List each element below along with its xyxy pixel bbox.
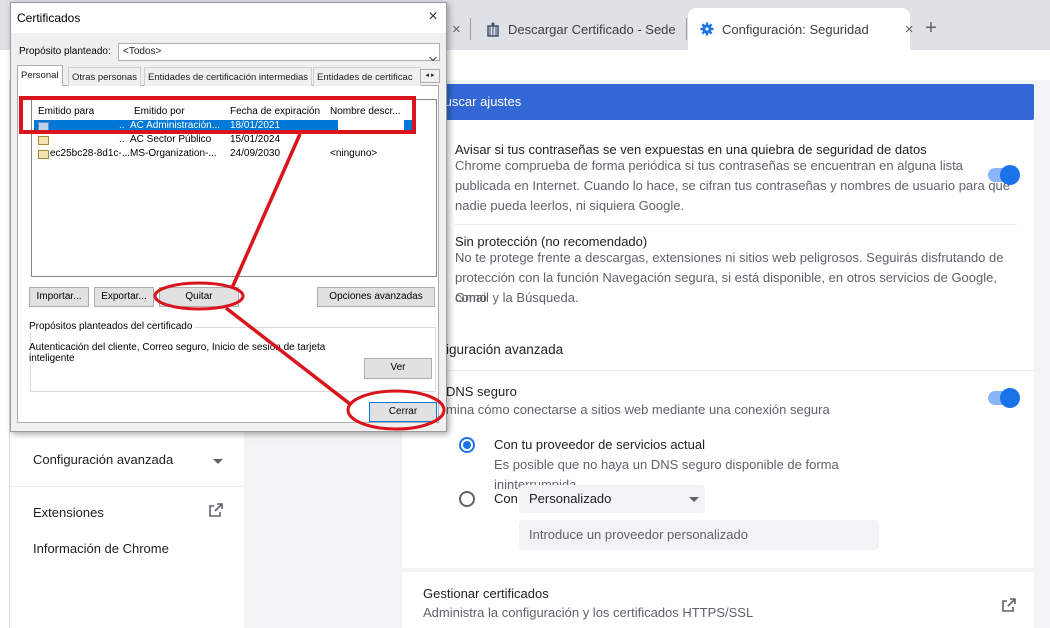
dialog-title: Certificados: [11, 3, 446, 33]
input-placeholder: Introduce un proveedor personalizado: [529, 527, 748, 542]
chevron-down-icon[interactable]: [689, 497, 699, 502]
dns-custom-radio[interactable]: [459, 491, 475, 507]
close-icon[interactable]: ×: [452, 21, 461, 38]
row-ellipsis: ..: [119, 134, 125, 145]
purpose-combobox[interactable]: <Todos>: [118, 43, 440, 61]
chevron-down-icon[interactable]: [213, 459, 223, 464]
cell-friendly-name: <ninguno>: [330, 148, 378, 159]
sede-favicon-icon: [486, 22, 500, 37]
search-placeholder: Buscar ajustes: [436, 94, 522, 109]
dns-custom-provider-input[interactable]: Introduce un proveedor personalizado: [519, 520, 879, 550]
sidebar-item-label: Información de Chrome: [33, 541, 169, 556]
advanced-options-button[interactable]: Opciones avanzadas: [317, 287, 435, 307]
dns-current-provider-label[interactable]: Con tu proveedor de servicios actual: [494, 435, 705, 455]
certificate-list[interactable]: Emitido para Emitido por Fecha de expira…: [31, 99, 437, 277]
sidebar-item-extensions[interactable]: Extensiones: [33, 505, 104, 520]
cell-issued-by: AC Administración...: [130, 120, 221, 131]
partial-tab-close[interactable]: ×: [452, 8, 461, 50]
cell-issued-by: AC Sector Público: [130, 134, 212, 145]
sidebar-item-about[interactable]: Información de Chrome: [33, 541, 169, 556]
table-row[interactable]: .. AC Sector Público 15/01/2024: [32, 134, 438, 147]
tab-configuracion-seguridad[interactable]: Configuración: Seguridad ×: [688, 8, 913, 50]
gear-icon: [700, 22, 714, 36]
tab-personal[interactable]: Personal: [17, 65, 63, 86]
chevron-down-icon[interactable]: [429, 49, 437, 62]
certificate-tabs: Personal Otras personas Entidades de cer…: [17, 65, 439, 86]
cell-expiration: 15/01/2024: [230, 134, 281, 145]
breach-alert-desc-2: publicada en Internet. Cuando lo hace, s…: [455, 178, 1011, 193]
tab-separator: [686, 18, 687, 40]
manage-certificates-desc: Administra la configuración y los certif…: [423, 605, 754, 620]
tab-title: Configuración: Seguridad: [722, 21, 869, 37]
cell-expiration: 18/01/2021: [230, 120, 281, 131]
table-row[interactable]: ec25bc28-8d1c-... MS-Organization-... 24…: [32, 148, 438, 161]
breach-alert-toggle[interactable]: [988, 165, 1020, 185]
certificate-icon: [38, 150, 49, 159]
column-header-issued-to[interactable]: Emitido para: [38, 106, 94, 117]
tab-otras-personas[interactable]: Otras personas: [68, 67, 141, 86]
purposes-text-line-2: inteligente: [29, 353, 75, 364]
cell-issued-by: MS-Organization-...: [130, 148, 217, 159]
cell-issued-to: ec25bc28-8d1c-...: [50, 148, 131, 159]
dns-current-provider-radio[interactable]: [459, 437, 475, 453]
view-button[interactable]: Ver: [364, 358, 432, 379]
sidebar-divider: [10, 486, 244, 487]
table-row[interactable]: .. AC Administración... 18/01/2021: [32, 120, 438, 133]
close-icon[interactable]: ×: [905, 21, 914, 38]
close-dialog-button[interactable]: Cerrar: [369, 402, 437, 422]
certificates-dialog: Certificados × Propósito planteado: <Tod…: [10, 2, 447, 432]
secure-dns-title: DNS seguro: [446, 384, 517, 399]
export-button[interactable]: Exportar...: [94, 287, 154, 307]
external-link-icon[interactable]: [1001, 597, 1017, 613]
secure-dns-toggle[interactable]: [988, 388, 1020, 408]
sidebar-item-label: Configuración avanzada: [33, 452, 174, 467]
settings-divider: [455, 224, 1017, 225]
import-button[interactable]: Importar...: [29, 287, 89, 307]
advanced-section-heading: iguración avanzada: [446, 342, 564, 357]
tab-scroll-arrows[interactable]: ◂ ▸: [420, 69, 440, 83]
purposes-group-title: Propósitos planteados del certificado: [29, 321, 196, 332]
purpose-label: Propósito planteado:: [19, 46, 111, 57]
settings-divider: [402, 370, 1034, 371]
column-header-friendly-name[interactable]: Nombre descr...: [330, 106, 401, 117]
row-ellipsis: ..: [119, 120, 125, 131]
purposes-text-line-1: Autenticación del cliente, Correo seguro…: [29, 342, 326, 353]
sidebar-item-label: Extensiones: [33, 505, 104, 520]
sidebar-item-advanced[interactable]: Configuración avanzada: [33, 452, 173, 467]
cell-expiration: 24/09/2030: [230, 148, 281, 159]
column-header-issued-by[interactable]: Emitido por: [134, 106, 185, 117]
certificate-icon: [38, 136, 49, 145]
new-tab-button[interactable]: +: [918, 15, 944, 41]
tab-title: Descargar Certificado - Sede: [508, 21, 676, 37]
certificate-icon: [38, 122, 49, 131]
manage-certificates-title: Gestionar certificados: [423, 586, 549, 601]
close-icon[interactable]: ×: [423, 7, 443, 27]
tab-descargar-certificado[interactable]: Descargar Certificado - Sede ×: [486, 8, 710, 50]
dns-provider-select-value: Personalizado: [529, 491, 612, 506]
breach-alert-desc-3: nadie pueda leerlos, ni siquiera Google.: [455, 198, 685, 213]
dns-provider-select[interactable]: Personalizado: [519, 485, 705, 513]
remove-button[interactable]: Quitar: [159, 287, 239, 307]
tab-separator: [470, 18, 471, 40]
no-protection-desc-3: Gmail y la Búsqueda.: [455, 290, 579, 305]
purpose-value: <Todos>: [123, 46, 162, 57]
tab-entidades-raiz[interactable]: Entidades de certificac: [313, 67, 421, 86]
tab-entidades-intermedias[interactable]: Entidades de certificación intermedias: [144, 67, 313, 86]
dns-custom-label[interactable]: Con: [494, 489, 518, 509]
column-header-expiration[interactable]: Fecha de expiración: [230, 106, 320, 117]
external-link-icon[interactable]: [208, 502, 224, 518]
breach-alert-desc-1: Chrome comprueba de forma periódica si t…: [455, 158, 964, 173]
secure-dns-desc: mina cómo conectarse a sitios web median…: [446, 402, 830, 417]
no-protection-desc-1: No te protege frente a descargas, extens…: [455, 250, 1004, 265]
